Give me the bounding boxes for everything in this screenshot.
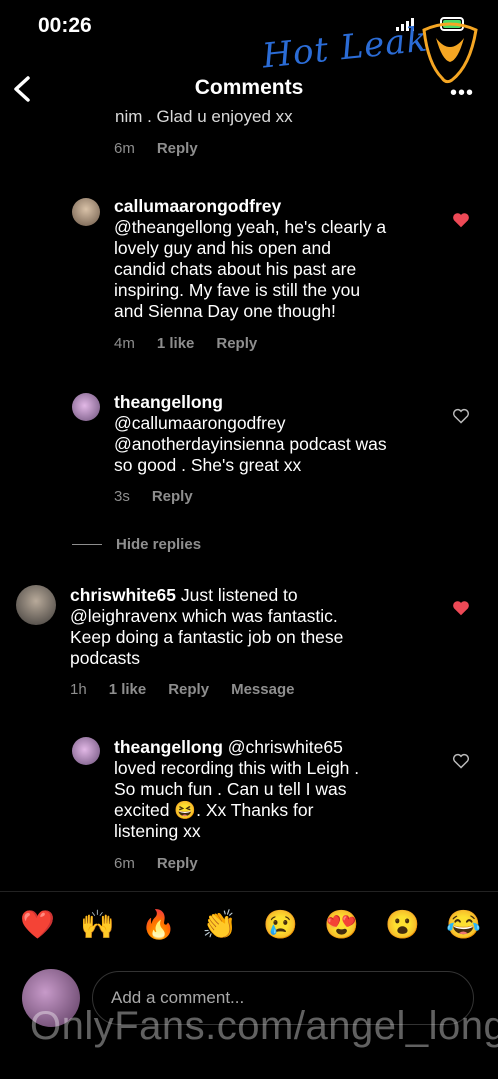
likes-count[interactable]: 1 like (109, 681, 147, 698)
comment-username[interactable]: theangellong (114, 392, 223, 412)
emoji-crying-button[interactable]: 😢 (263, 908, 298, 941)
comment-time: 6m (114, 140, 135, 157)
comment-line: listening xx (114, 821, 201, 841)
emoji-raised-hands-button[interactable]: 🙌 (80, 908, 115, 941)
comment-line: so good . She's great xx (114, 455, 302, 475)
comment-line: loved recording this with Leigh . (114, 758, 360, 778)
heart-outline-icon[interactable] (452, 753, 470, 769)
comment-text: callumaarongodfrey @theangellong yeah, h… (114, 196, 386, 322)
reply-button[interactable]: Reply (168, 681, 209, 698)
previous-comment-meta: 6m Reply (114, 140, 198, 157)
previous-comment-text: nim . Glad u enjoyed xx (115, 107, 293, 126)
comment-meta: 3s Reply (114, 488, 193, 505)
comment-line: and Sienna Day one though! (114, 301, 336, 321)
comment-line: So much fun . Can u tell I was (114, 779, 347, 799)
hide-replies-button[interactable]: Hide replies (72, 536, 201, 553)
avatar[interactable] (72, 198, 100, 226)
comment-text: chriswhite65 Just listened to @leighrave… (70, 585, 343, 669)
watermark-text: OnlyFans.com/angel_long (30, 1004, 498, 1048)
comment-meta: 1h 1 like Reply Message (70, 681, 294, 698)
status-time: 00:26 (38, 14, 92, 37)
avatar[interactable] (16, 585, 56, 625)
comment-username[interactable]: callumaarongodfrey (114, 196, 281, 216)
comment-line: Just listened to (180, 585, 298, 605)
likes-count[interactable]: 1 like (157, 335, 195, 352)
emoji-bar: ❤️ 🙌 🔥 👏 😢 😍 😮 😂 (0, 908, 498, 952)
liked-heart-icon[interactable] (452, 600, 470, 616)
heart-outline-icon[interactable] (452, 408, 470, 424)
emoji-fire-button[interactable]: 🔥 (141, 908, 176, 941)
avatar[interactable] (72, 393, 100, 421)
message-button[interactable]: Message (231, 681, 294, 698)
comment-meta: 6m Reply (114, 855, 198, 872)
emoji-heart-eyes-button[interactable]: 😍 (324, 908, 359, 941)
reply-button[interactable]: Reply (157, 140, 198, 157)
comment-line: @theangellong yeah, he's clearly a (114, 217, 387, 237)
comment-line: inspiring. My fave is still the you (114, 280, 361, 300)
comment-line: @callumaarongodfrey (114, 413, 286, 433)
emoji-surprised-button[interactable]: 😮 (385, 908, 420, 941)
comment-line: @chriswhite65 (227, 737, 343, 757)
emoji-laughing-button[interactable]: 😂 (446, 908, 481, 941)
comment-time: 4m (114, 335, 135, 352)
comment-line: candid chats about his past are (114, 259, 357, 279)
reply-button[interactable]: Reply (216, 335, 257, 352)
reply-button[interactable]: Reply (157, 855, 198, 872)
comment-time: 3s (114, 488, 130, 505)
comment-meta: 4m 1 like Reply (114, 335, 257, 352)
divider-line (72, 544, 102, 545)
reply-button[interactable]: Reply (152, 488, 193, 505)
hide-replies-label: Hide replies (116, 536, 202, 553)
comment-time: 6m (114, 855, 135, 872)
avatar[interactable] (72, 737, 100, 765)
comment-username[interactable]: chriswhite65 (70, 585, 176, 605)
more-options-icon[interactable]: ••• (450, 82, 474, 105)
divider (0, 891, 498, 892)
comment-text: theangellong @callumaarongodfrey @anothe… (114, 392, 387, 476)
comment-text: theangellong @chriswhite65 loved recordi… (114, 737, 359, 842)
comment-time: 1h (70, 681, 87, 698)
comment-username[interactable]: theangellong (114, 737, 223, 757)
comment-line: excited 😆. Xx Thanks for (114, 800, 314, 820)
liked-heart-icon[interactable] (452, 212, 470, 228)
emoji-clap-button[interactable]: 👏 (202, 908, 237, 941)
comment-line: Keep doing a fantastic job on these (70, 627, 344, 647)
comment-line: @anotherdayinsienna podcast was (114, 434, 387, 454)
comment-line: lovely guy and his open and (114, 238, 331, 258)
comment-line: @leighravenx which was fantastic. (70, 606, 338, 626)
emoji-heart-button[interactable]: ❤️ (20, 908, 55, 941)
comment-line: podcasts (70, 648, 141, 668)
page-title: Comments (194, 76, 304, 99)
